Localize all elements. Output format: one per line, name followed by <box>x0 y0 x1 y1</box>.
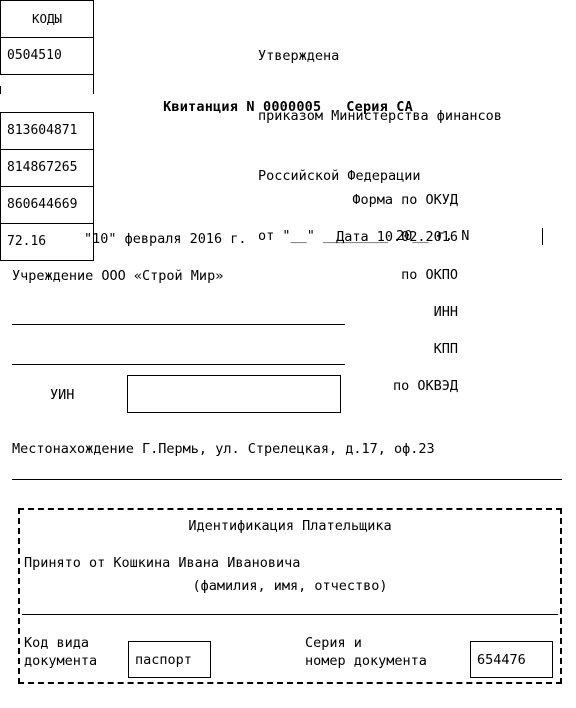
codes-cell-okved: 72.16 <box>0 223 94 261</box>
institution-line: Учреждение ООО «Строй Мир» <box>12 268 224 284</box>
receipt-page: Утверждена приказом Министерства финансо… <box>0 0 576 708</box>
codes-date-row-right-stub <box>93 74 94 94</box>
fio-hint: (фамилия, имя, отчество) <box>192 578 388 594</box>
written-date: "10" февраля 2016 г. <box>84 231 247 247</box>
codes-table-header: КОДЫ <box>0 0 94 38</box>
codes-date-row-left-stub <box>0 86 1 94</box>
uin-label: УИН <box>50 387 75 403</box>
codes-cell-inn: 814867265 <box>0 149 94 187</box>
approval-line-3: Российской Федерации <box>258 168 421 184</box>
label-okpo: по ОКПО <box>401 267 458 283</box>
codes-cell-okpo: 813604871 <box>0 112 94 150</box>
doc-number-input[interactable]: 654476 <box>470 641 553 678</box>
doc-number-label-line1: Серия и <box>305 635 362 651</box>
location-line: Местонахождение Г.Пермь, ул. Стрелецкая,… <box>12 441 435 457</box>
uin-input[interactable] <box>127 375 341 413</box>
doc-number-label-line2: номер документа <box>305 653 427 669</box>
label-date: Дата 10.02.2016 <box>336 229 458 245</box>
text-caret <box>542 228 543 245</box>
approval-line-1: Утверждена <box>258 48 340 64</box>
institution-rule <box>12 324 345 325</box>
label-inn: ИНН <box>433 304 458 320</box>
codes-cell-okud: 0504510 <box>0 37 94 75</box>
accepted-from-line: Принято от Кошкина Ивана Ивановича <box>24 555 301 571</box>
doc-kind-label-line1: Код вида <box>24 635 90 651</box>
label-okud: Форма по ОКУД <box>352 192 458 208</box>
codes-cell-kpp: 860644669 <box>0 186 94 224</box>
location-rule <box>12 479 562 480</box>
blank-rule <box>12 364 345 365</box>
doc-kind-input[interactable]: паспорт <box>128 641 211 678</box>
label-kpp: КПП <box>433 341 458 357</box>
doc-kind-label-line2: документа <box>24 653 98 669</box>
payer-block-title: Идентификация Плательщика <box>188 518 392 534</box>
payer-separator-rule <box>22 614 558 615</box>
